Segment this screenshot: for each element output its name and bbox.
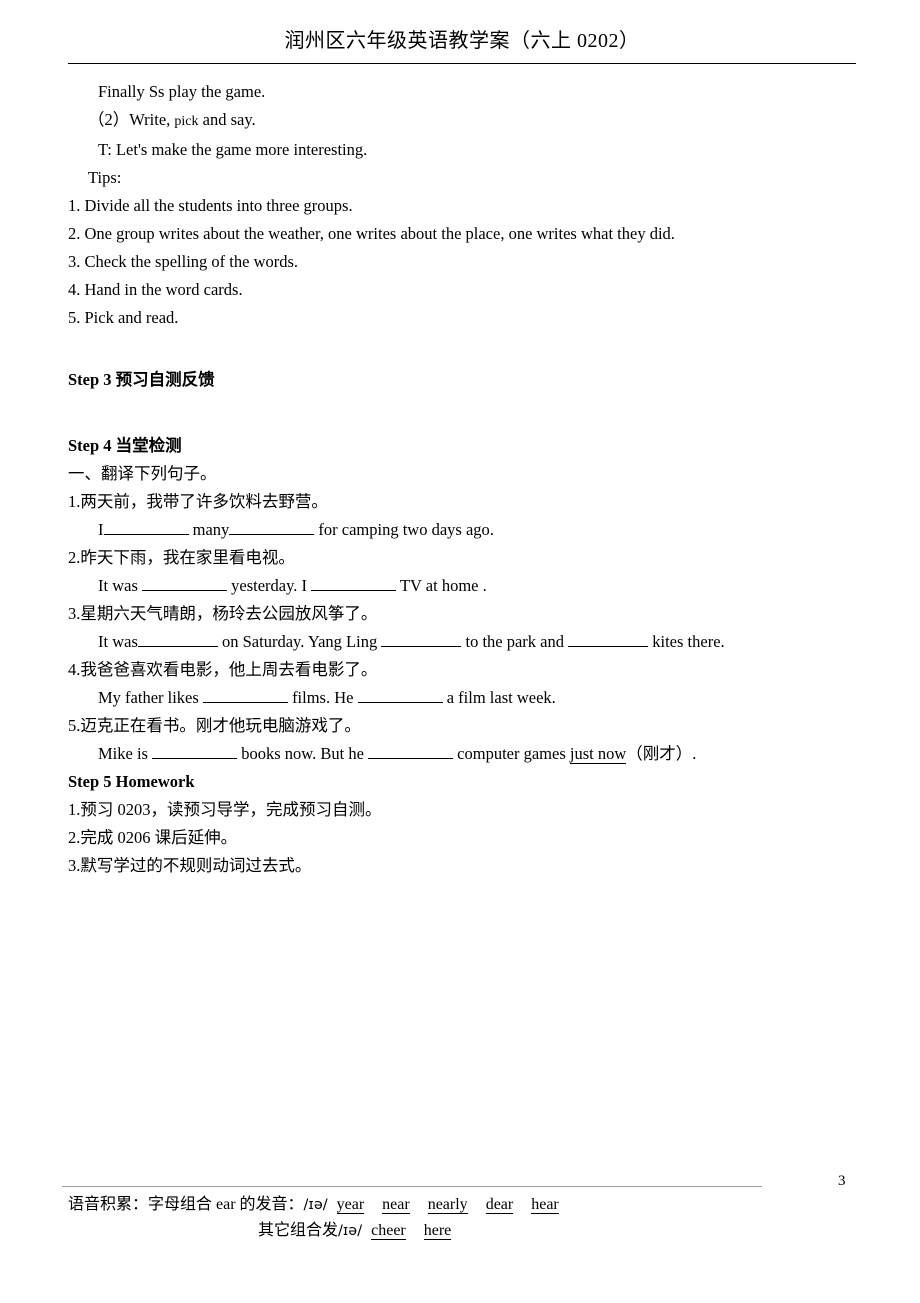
tip-item: 4. Hand in the word cards.	[68, 280, 243, 299]
write-pick-word: pick	[174, 114, 199, 129]
header-title: 润州区六年级英语教学案（六上 0202）	[284, 30, 640, 52]
exercise-3-part-a: It was	[98, 632, 138, 651]
exercise-3-part-d: kites there.	[648, 632, 725, 651]
footer-line-1-label: 语音积累：字母组合 ear 的发音：	[68, 1196, 304, 1213]
exercise-4-part-b: films. He	[287, 688, 358, 707]
homework-item: 2.完成 0206 课后延伸。	[68, 828, 238, 847]
line-teacher-say: T: Let's make the game more interesting.	[98, 140, 368, 159]
footer-word: here	[423, 1222, 452, 1240]
answer-blank[interactable]	[103, 534, 189, 535]
step-5-heading: Step 5 Homework	[68, 772, 195, 791]
answer-blank[interactable]	[568, 646, 649, 647]
exercise-5-part-c: computer games	[453, 744, 570, 763]
answer-blank[interactable]	[368, 758, 454, 759]
answer-blank[interactable]	[381, 646, 462, 647]
footer-divider	[62, 1186, 762, 1187]
step-3-heading: Step 3 预习自测反馈	[68, 370, 215, 389]
footer-line-2-label: 其它组合发	[258, 1222, 339, 1239]
exercise-3-chinese: 3.星期六天气晴朗，杨玲去公园放风筝了。	[68, 604, 378, 623]
footer-phonics-line-2: 其它组合发/ɪə/cheer here	[68, 1218, 868, 1244]
exercise-2-part-c: TV at home .	[396, 576, 487, 595]
exercise-3-part-b: on Saturday. Yang Ling	[217, 632, 382, 651]
exercise-3-english: It was on Saturday. Yang Ling to the par…	[68, 628, 868, 656]
exercise-1-english: I many for camping two days ago.	[68, 516, 868, 544]
exercise-5-part-e: （刚才）.	[626, 744, 697, 763]
step-4-heading: Step 4 当堂检测	[68, 436, 182, 455]
footer-word: hear	[531, 1196, 559, 1214]
answer-blank[interactable]	[229, 534, 315, 535]
section-one-heading: 一、翻译下列句子。	[68, 464, 217, 483]
footer-word: near	[382, 1196, 410, 1214]
line-finally: Finally Ss play the game.	[98, 82, 266, 101]
footer-line-2-phonetic: /ɪə/	[338, 1223, 363, 1239]
exercise-3-part-c: to the park and	[461, 632, 569, 651]
exercise-5-english: Mike is books now. But he computer games…	[68, 740, 868, 768]
tip-item: 1. Divide all the students into three gr…	[68, 196, 353, 215]
write-pick-suffix: and say.	[202, 110, 256, 129]
exercise-1-part-b: many	[192, 520, 230, 539]
exercise-4-english: My father likes films. He a film last we…	[68, 684, 868, 712]
exercise-5-chinese: 5.迈克正在看书。刚才他玩电脑游戏了。	[68, 716, 361, 735]
homework-item: 1.预习 0203，读预习导学，完成预习自测。	[68, 800, 382, 819]
exercise-4-part-a: My father likes	[98, 688, 203, 707]
exercise-5-part-b: books now. But he	[237, 744, 369, 763]
answer-blank[interactable]	[311, 590, 397, 591]
document-body: Finally Ss play the game. （2）Write, pick…	[68, 78, 868, 880]
tip-item: 5. Pick and read.	[68, 308, 179, 327]
document-page: 润州区六年级英语教学案（六上 0202） Finally Ss play the…	[0, 0, 920, 1303]
footer-word: cheer	[371, 1222, 406, 1240]
exercise-2-part-a: It was	[98, 576, 142, 595]
answer-blank[interactable]	[202, 702, 288, 703]
answer-blank[interactable]	[137, 646, 218, 647]
tips-label: Tips:	[88, 168, 122, 187]
footer-word: nearly	[427, 1196, 468, 1214]
exercise-4-part-c: a film last week.	[442, 688, 556, 707]
exercise-1-part-c: for camping two days ago.	[318, 520, 494, 539]
document-header: 润州区六年级英语教学案（六上 0202）	[68, 28, 856, 54]
page-number: 3	[838, 1173, 846, 1189]
answer-blank[interactable]	[152, 758, 238, 759]
document-footer: 语音积累：字母组合 ear 的发音：/ɪə/year near nearly dear…	[68, 1192, 868, 1244]
answer-blank[interactable]	[357, 702, 443, 703]
exercise-5-highlight: just now	[569, 744, 627, 764]
exercise-1-part-a: I	[98, 520, 104, 539]
exercise-2-part-b: yesterday. I	[227, 576, 312, 595]
write-pick-prefix: （2）Write,	[88, 110, 171, 129]
tip-item: 2. One group writes about the weather, o…	[68, 224, 675, 243]
exercise-1-chinese: 1.两天前，我带了许多饮料去野营。	[68, 492, 328, 511]
exercise-2-chinese: 2.昨天下雨，我在家里看电视。	[68, 548, 295, 567]
answer-blank[interactable]	[142, 590, 227, 591]
tip-item: 3. Check the spelling of the words.	[68, 252, 299, 271]
footer-phonics-line-1: 语音积累：字母组合 ear 的发音：/ɪə/year near nearly dear…	[68, 1192, 868, 1218]
exercise-4-chinese: 4.我爸爸喜欢看电影，他上周去看电影了。	[68, 660, 378, 679]
footer-word: dear	[485, 1196, 514, 1214]
exercise-2-english: It was yesterday. I TV at home .	[68, 572, 868, 600]
exercise-5-part-a: Mike is	[98, 744, 153, 763]
line-write-pick-say: （2）Write, pick and say.	[68, 106, 868, 136]
header-divider	[68, 63, 856, 64]
homework-item: 3.默写学过的不规则动词过去式。	[68, 856, 312, 875]
footer-word: year	[336, 1196, 365, 1214]
footer-line-1-phonetic: /ɪə/	[303, 1197, 328, 1213]
